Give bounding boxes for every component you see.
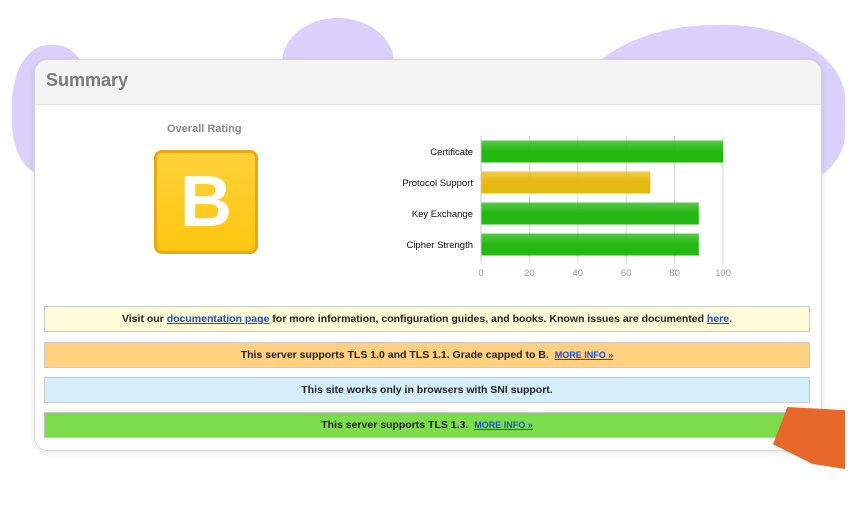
- overall-rating-label: Overall Rating: [167, 123, 242, 135]
- sni-notice: This site works only in browsers with SN…: [44, 377, 810, 403]
- chart-bar: [481, 233, 699, 256]
- chart-bar: [481, 140, 723, 163]
- tls13-more-info-link[interactable]: MORE INFO »: [474, 420, 533, 430]
- rating-chart-svg: 0 20 40 60 80 100 Certificate Protocol Support K…: [402, 136, 731, 279]
- chart-x-tick-label: 40: [573, 268, 584, 279]
- chart-x-tick-label: 20: [524, 268, 535, 279]
- tls-old-more-info-link[interactable]: MORE INFO »: [555, 350, 614, 360]
- page-background: Summary Overall Rating B 0 20 40 60 80 100 Cer…: [0, 0, 856, 511]
- chart-category-label: Certificate: [430, 147, 473, 158]
- chart-bar: [481, 202, 699, 225]
- tls-old-warning: This server supports TLS 1.0 and TLS 1.1…: [44, 342, 810, 368]
- chart-x-tick-label: 100: [715, 268, 731, 279]
- documentation-notice: Visit our documentation page for more in…: [44, 306, 810, 332]
- tls13-notice-text: This server supports TLS 1.3.: [321, 419, 469, 431]
- chart-x-tick-label: 80: [669, 268, 680, 279]
- summary-panel: Summary Overall Rating B 0 20 40 60 80 100 Cer…: [34, 59, 822, 451]
- sni-notice-text: This site works only in browsers with SN…: [301, 384, 553, 396]
- documentation-notice-suffix: .: [729, 313, 733, 325]
- documentation-notice-prefix: Visit our: [121, 313, 167, 325]
- known-issues-link[interactable]: here: [707, 313, 729, 325]
- chart-category-label: Key Exchange: [412, 209, 473, 220]
- rating-chart: 0 20 40 60 80 100 Certificate Protocol Support K…: [385, 134, 765, 284]
- summary-header: Summary: [35, 60, 821, 105]
- chart-bar: [481, 171, 651, 194]
- chart-category-label: Cipher Strength: [406, 240, 473, 251]
- tls-old-warning-text: This server supports TLS 1.0 and TLS 1.1…: [240, 349, 549, 361]
- summary-title: Summary: [46, 70, 129, 90]
- documentation-page-link[interactable]: documentation page: [167, 313, 270, 325]
- documentation-notice-middle: for more information, configuration guid…: [269, 313, 707, 325]
- chart-category-label: Protocol Support: [402, 178, 473, 189]
- chart-x-tick-label: 60: [621, 268, 632, 279]
- tls13-notice: This server supports TLS 1.3. MORE INFO …: [44, 412, 810, 438]
- chart-x-tick-label: 0: [478, 268, 483, 279]
- grade-badge: B: [154, 150, 258, 254]
